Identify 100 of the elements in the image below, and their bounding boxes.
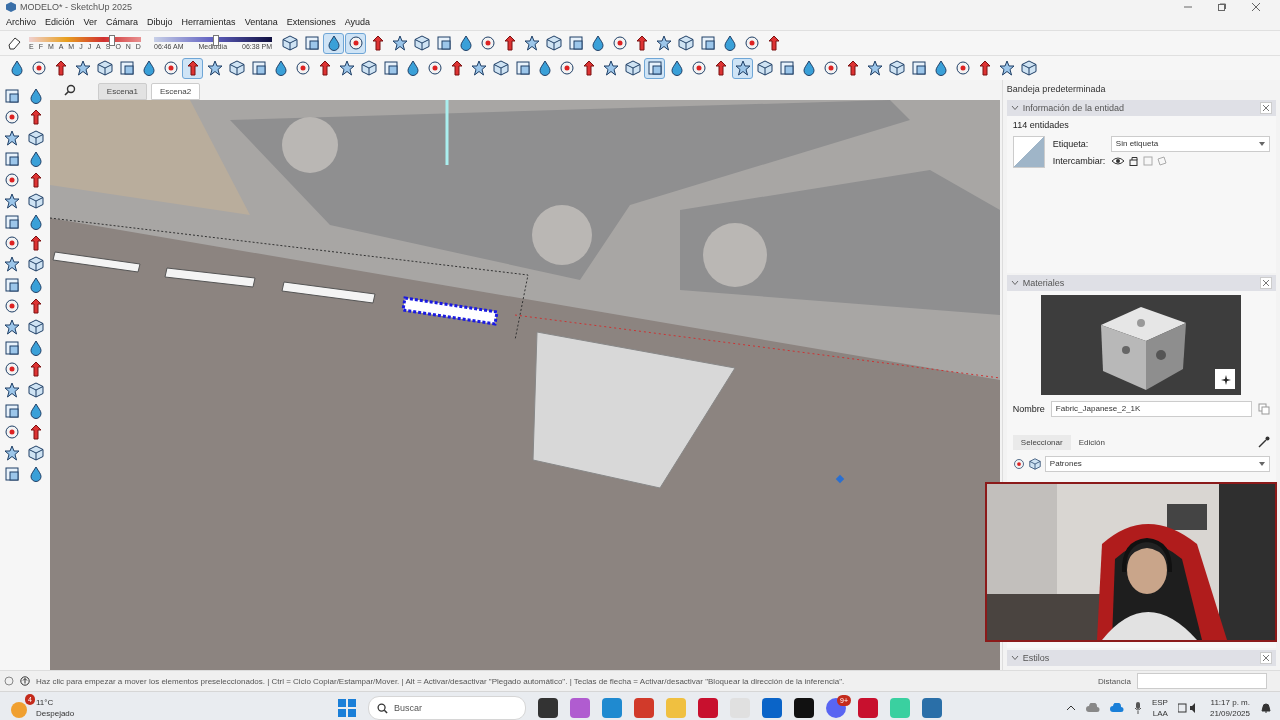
layout-label[interactable]: LAA [1151, 708, 1168, 719]
toolbar-button[interactable] [2, 422, 22, 442]
star-icon [4, 193, 20, 209]
toolbar-button[interactable] [2, 107, 22, 127]
toolbar-button[interactable] [2, 296, 22, 316]
chevron-icon [1010, 104, 1019, 111]
close-icon [1263, 655, 1269, 662]
cube-icon [228, 60, 245, 76]
app-icon[interactable] [794, 698, 814, 718]
arrow-icon [28, 424, 44, 440]
library-dropdown[interactable]: Patrones [1044, 455, 1270, 472]
drop-icon [272, 60, 289, 76]
section-header[interactable]: Materiales [1006, 274, 1276, 291]
menu-item[interactable]: Ventana [244, 17, 278, 27]
app-icon[interactable] [538, 698, 558, 718]
toolbar-button[interactable] [26, 128, 46, 148]
lock-icon[interactable] [1128, 155, 1139, 166]
toolbar-button[interactable] [2, 338, 22, 358]
toolbar-button[interactable] [2, 317, 22, 337]
chevron-up-icon[interactable] [1065, 705, 1076, 711]
menu-item[interactable]: Ver [83, 17, 98, 27]
section-header[interactable]: Información de la entidad [1006, 99, 1276, 116]
close-button[interactable] [1260, 101, 1272, 114]
toolbar-button[interactable] [2, 464, 22, 484]
square-icon [4, 88, 20, 104]
microphone-icon[interactable] [1133, 702, 1142, 714]
close-icon [1263, 279, 1269, 286]
circle-icon [426, 60, 443, 76]
toolbar-button[interactable] [2, 254, 22, 274]
toolbar-button[interactable] [2, 149, 22, 169]
drop-icon [589, 35, 606, 51]
toolbar-button[interactable] [2, 443, 22, 463]
toolbar-button[interactable] [2, 275, 22, 295]
toolbar-button[interactable] [2, 170, 22, 190]
scene-tab[interactable]: Escena1 [97, 83, 147, 100]
material-tab[interactable]: Edición [1070, 434, 1113, 450]
toolbar-button[interactable] [323, 32, 344, 54]
new-material-button[interactable] [1215, 368, 1236, 389]
toolbar-button[interactable] [732, 57, 753, 79]
measure-label: Distancia [1098, 676, 1131, 686]
toolbar-button[interactable] [2, 86, 22, 106]
close-icon[interactable] [1252, 3, 1260, 11]
drop-icon [536, 60, 553, 76]
eyedropper-icon[interactable] [1258, 436, 1270, 449]
menu-item[interactable]: Edición [45, 17, 75, 27]
menu-item[interactable]: Ayuda [344, 17, 371, 27]
toolbar-button[interactable] [182, 57, 203, 79]
menu-item[interactable]: Cámara [106, 17, 139, 27]
toolbar-button[interactable] [26, 317, 46, 337]
temperature: 11°C [36, 697, 55, 708]
toolbar-button[interactable] [2, 233, 22, 253]
eraser-icon[interactable] [6, 35, 22, 51]
info-icon[interactable] [20, 676, 30, 686]
toolbar-button[interactable] [2, 380, 22, 400]
circle-icon [4, 109, 20, 125]
slider-thumb[interactable] [108, 34, 115, 46]
section-header[interactable]: Estilos [1006, 650, 1276, 666]
menu-item[interactable]: Dibujo [147, 17, 173, 27]
toolbar-button[interactable] [2, 191, 22, 211]
close-button[interactable] [1260, 652, 1272, 665]
menu-item[interactable]: Extensiones [286, 17, 336, 27]
toolbar-button[interactable] [2, 359, 22, 379]
arrow-icon [28, 235, 44, 251]
cloud-icon[interactable] [1085, 703, 1100, 713]
cloud-icon[interactable] [1109, 703, 1124, 713]
close-button[interactable] [1260, 276, 1272, 289]
search-field[interactable]: Buscar [368, 696, 526, 720]
scene-tab[interactable]: Escena2 [151, 83, 201, 100]
chevron-icon [1010, 655, 1019, 662]
clock-date[interactable]: 21/09/2025 [1209, 708, 1250, 719]
material-tab[interactable]: Seleccionar [1012, 434, 1071, 450]
windows-icon[interactable] [338, 699, 356, 717]
name-field[interactable]: Fabric_Japanese_2_1K [1050, 400, 1252, 417]
drop-icon [28, 340, 44, 356]
menu-item[interactable]: Archivo [6, 17, 36, 27]
search-icon[interactable] [63, 84, 76, 96]
eye-icon[interactable] [1110, 155, 1125, 166]
bell-icon[interactable] [1260, 702, 1272, 714]
language-label[interactable]: ESP [1151, 697, 1168, 708]
toolbar-button[interactable] [2, 401, 22, 421]
chat-app-icon[interactable] [826, 698, 846, 718]
weather-text: Despejado [36, 708, 75, 719]
toolbar-button[interactable] [26, 191, 46, 211]
restore-icon[interactable] [1218, 3, 1226, 11]
measure-field[interactable] [1136, 673, 1267, 689]
square-icon [382, 60, 399, 76]
clock-time[interactable]: 11:17 p. m. [1209, 697, 1250, 708]
slider-thumb[interactable] [213, 34, 220, 46]
drop-icon [325, 35, 342, 51]
menu-item[interactable]: Herramientas [181, 17, 236, 27]
arrow-icon [28, 298, 44, 314]
toolbar-button[interactable] [2, 212, 22, 232]
toolbar-button[interactable] [2, 128, 22, 148]
name-label: Nombre [1012, 403, 1045, 414]
tag-dropdown[interactable]: Sin etiqueta [1110, 135, 1270, 152]
toolbar-button[interactable] [345, 32, 366, 54]
toolbar-button[interactable] [26, 380, 46, 400]
toolbar-button[interactable] [644, 57, 665, 79]
toolbar-button[interactable] [26, 443, 46, 463]
toolbar-button[interactable] [26, 254, 46, 274]
